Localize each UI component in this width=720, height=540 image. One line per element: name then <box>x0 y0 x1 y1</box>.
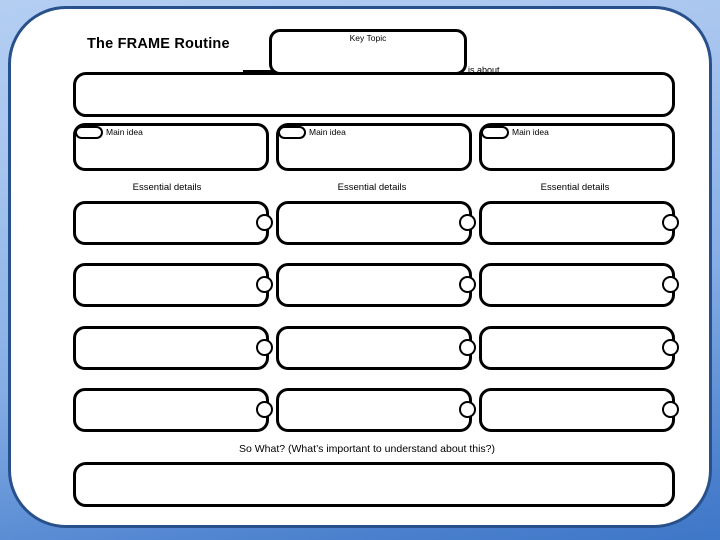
detail-field-r2c2[interactable] <box>276 263 472 307</box>
detail-bullet-icon-r4c1 <box>256 401 273 418</box>
detail-bullet-icon-r2c1 <box>256 276 273 293</box>
detail-field-r1c3[interactable] <box>479 201 675 245</box>
detail-bullet-icon-r1c3 <box>662 214 679 231</box>
detail-bullet-icon-r1c1 <box>256 214 273 231</box>
detail-field-r4c3[interactable] <box>479 388 675 432</box>
is-about-label: is about… <box>468 65 509 75</box>
so-what-field[interactable] <box>73 462 675 507</box>
detail-bullet-icon-r3c2 <box>459 339 476 356</box>
detail-field-r2c1[interactable] <box>73 263 269 307</box>
is-about-field[interactable] <box>73 72 675 117</box>
detail-field-r1c2[interactable] <box>276 201 472 245</box>
detail-field-r4c2[interactable] <box>276 388 472 432</box>
so-what-label: So What? (What’s important to understand… <box>238 443 496 455</box>
detail-bullet-icon-r2c3 <box>662 276 679 293</box>
main-idea-label-1: Main idea <box>106 127 143 137</box>
essential-details-heading-1: Essential details <box>132 182 202 193</box>
key-topic-label: Key Topic <box>349 33 387 43</box>
page-title: The FRAME Routine <box>87 36 230 52</box>
main-idea-label-2: Main idea <box>309 127 346 137</box>
detail-field-r3c2[interactable] <box>276 326 472 370</box>
detail-bullet-icon-r4c3 <box>662 401 679 418</box>
detail-bullet-icon-r1c2 <box>459 214 476 231</box>
detail-bullet-icon-r3c3 <box>662 339 679 356</box>
detail-bullet-icon-r3c1 <box>256 339 273 356</box>
detail-field-r1c1[interactable] <box>73 201 269 245</box>
detail-field-r3c3[interactable] <box>479 326 675 370</box>
worksheet-page: The FRAME Routine is about… Key Topic Ma… <box>8 6 712 528</box>
main-idea-label-3: Main idea <box>512 127 549 137</box>
main-idea-pill-icon-2 <box>278 126 306 139</box>
detail-bullet-icon-r2c2 <box>459 276 476 293</box>
detail-field-r3c1[interactable] <box>73 326 269 370</box>
main-idea-pill-icon-3 <box>481 126 509 139</box>
main-idea-pill-icon-1 <box>75 126 103 139</box>
detail-field-r4c1[interactable] <box>73 388 269 432</box>
essential-details-heading-3: Essential details <box>540 182 610 193</box>
detail-bullet-icon-r4c2 <box>459 401 476 418</box>
slide-canvas: The FRAME Routine is about… Key Topic Ma… <box>0 0 720 540</box>
detail-field-r2c3[interactable] <box>479 263 675 307</box>
essential-details-heading-2: Essential details <box>337 182 407 193</box>
